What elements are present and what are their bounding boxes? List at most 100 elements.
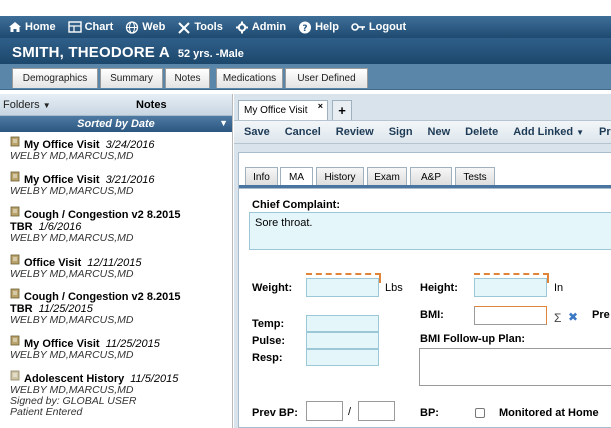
tab-label: Demographics: [22, 73, 88, 84]
add-linked-button[interactable]: Add Linked ▼: [513, 126, 584, 138]
tab-medications[interactable]: Medications: [216, 68, 283, 88]
plus-icon: +: [338, 103, 346, 118]
note-item[interactable]: Adolescent History 11/5/2015 WELBY MD,MAR…: [10, 370, 225, 418]
chart-tabs: Demographics Summary Notes Medications U…: [0, 64, 611, 90]
close-icon[interactable]: ×: [318, 101, 323, 111]
cancel-button[interactable]: Cancel: [285, 126, 321, 138]
chart-menu[interactable]: Chart: [64, 16, 122, 38]
tab-ma[interactable]: MA: [280, 167, 313, 187]
sort-label: Sorted by Date: [77, 118, 155, 130]
note-title-row: Cough / Congestion v2 8.2015: [10, 206, 225, 221]
bmi-plan-field[interactable]: [419, 348, 611, 386]
pulse-label: Pulse:: [252, 335, 286, 347]
chief-complaint-label: Chief Complaint:: [252, 199, 340, 211]
add-tab-button[interactable]: +: [332, 100, 352, 120]
pre-label: Pre: [592, 309, 610, 321]
tab-exam[interactable]: Exam: [367, 167, 407, 186]
note-item[interactable]: Office Visit 12/11/2015 WELBY MD,MARCUS,M…: [10, 254, 225, 280]
height-label: Height:: [420, 282, 458, 294]
tab-history[interactable]: History: [316, 167, 364, 186]
tab-notes[interactable]: Notes: [165, 68, 210, 88]
note-item[interactable]: My Office Visit 3/24/2016 WELBY MD,MARCUS…: [10, 136, 225, 162]
note-title-row: Cough / Congestion v2 8.2015: [10, 288, 225, 303]
note-toolbar: Save Cancel Review Sign New Delete Add L…: [234, 120, 611, 144]
admin-label: Admin: [251, 21, 287, 33]
sign-button[interactable]: Sign: [389, 126, 413, 138]
review-button[interactable]: Review: [336, 126, 374, 138]
chevron-down-icon: ▼: [42, 100, 51, 110]
pulse-field[interactable]: [306, 332, 379, 349]
save-button[interactable]: Save: [244, 126, 270, 138]
subtab-label: Exam: [374, 171, 400, 183]
height-field[interactable]: [474, 278, 547, 297]
sort-bar[interactable]: Sorted by Date ▼: [0, 116, 232, 132]
logout-label: Logout: [368, 21, 407, 33]
temp-field[interactable]: [306, 315, 379, 332]
print-button[interactable]: Print▼: [599, 126, 611, 138]
note-item[interactable]: My Office Visit 3/21/2016 WELBY MD,MARCUS…: [10, 171, 225, 197]
note-title: Cough / Congestion v2 8.2015: [24, 291, 181, 303]
top-menu-bar: Home Chart Web Tools Admin ? Help Logout: [0, 16, 611, 38]
subtab-label: History: [324, 171, 356, 183]
tools-icon: [178, 21, 191, 34]
tab-tests[interactable]: Tests: [455, 167, 495, 186]
tools-label: Tools: [194, 21, 223, 33]
gear-icon: [235, 21, 248, 33]
web-label: Web: [142, 21, 166, 33]
weight-field[interactable]: [306, 278, 379, 297]
prev-bp-diastolic-field[interactable]: [358, 401, 395, 421]
tab-user-defined[interactable]: User Defined: [285, 68, 368, 88]
note-item[interactable]: Cough / Congestion v2 8.2015 TBR 1/6/2016…: [10, 206, 225, 244]
key-icon: [351, 23, 365, 31]
note-author: WELBY MD,MARCUS,MD: [10, 314, 134, 326]
ehr-window: Home Chart Web Tools Admin ? Help Logout…: [0, 0, 611, 428]
tab-label: Summary: [110, 73, 153, 84]
chief-complaint-field[interactable]: Sore throat.: [249, 212, 611, 250]
delete-button[interactable]: Delete: [465, 126, 498, 138]
folders-dropdown[interactable]: Folders ▼: [0, 99, 88, 111]
patient-age-sex: 52 yrs. -Male: [177, 48, 244, 60]
required-marker: [474, 273, 549, 275]
note-icon: [10, 136, 20, 147]
resp-field[interactable]: [306, 349, 379, 366]
patient-header: SMITH, THEODORE A 52 yrs. -Male: [0, 38, 611, 64]
chart-label: Chart: [84, 21, 114, 33]
note-item[interactable]: Cough / Congestion v2 8.2015 TBR 11/25/20…: [10, 288, 225, 326]
note-icon: [10, 288, 20, 299]
note-author: WELBY MD,MARCUS,MD: [10, 268, 134, 280]
tools-menu[interactable]: Tools: [173, 16, 231, 38]
help-menu[interactable]: ? Help: [294, 16, 347, 38]
tab-summary[interactable]: Summary: [100, 68, 163, 88]
notes-sidebar: Folders ▼ Notes Sorted by Date ▼ My Offic…: [0, 94, 233, 428]
note-icon: [10, 370, 20, 381]
web-menu[interactable]: Web: [121, 16, 173, 38]
tab-label: Medications: [222, 73, 277, 84]
subtab-label: A&P: [420, 171, 441, 183]
print-label: Print: [599, 126, 611, 138]
note-item[interactable]: My Office Visit 11/25/2015 WELBY MD,MARCU…: [10, 335, 225, 361]
admin-menu[interactable]: Admin: [231, 16, 294, 38]
note-status: Patient Entered: [10, 406, 83, 418]
prev-bp-systolic-field[interactable]: [306, 401, 343, 421]
tab-demographics[interactable]: Demographics: [12, 68, 98, 88]
tab-label: User Defined: [297, 73, 356, 84]
monitored-at-home-label: Monitored at Home: [499, 407, 599, 419]
chevron-down-icon: ▼: [219, 118, 228, 128]
tab-my-office-visit[interactable]: My Office Visit ×: [238, 100, 328, 120]
home-menu[interactable]: Home: [4, 16, 64, 38]
note-date: 11/5/2015: [130, 373, 179, 385]
doc-tab-label: My Office Visit: [244, 105, 308, 116]
clear-icon[interactable]: ✖: [568, 310, 578, 324]
tab-a-and-p[interactable]: A&P: [410, 167, 452, 186]
subtab-label: Tests: [463, 171, 487, 183]
subtab-label: Info: [253, 171, 270, 183]
ma-panel: Info MA History Exam A&P Tests Chief Com…: [238, 152, 611, 428]
bp-label: BP:: [420, 407, 439, 419]
sigma-icon[interactable]: Σ: [554, 311, 561, 325]
add-linked-label: Add Linked: [513, 126, 574, 138]
logout-menu[interactable]: Logout: [347, 16, 414, 38]
new-button[interactable]: New: [428, 126, 451, 138]
bmi-field[interactable]: [474, 306, 547, 325]
monitored-at-home-checkbox[interactable]: [475, 408, 485, 418]
tab-info[interactable]: Info: [245, 167, 278, 186]
